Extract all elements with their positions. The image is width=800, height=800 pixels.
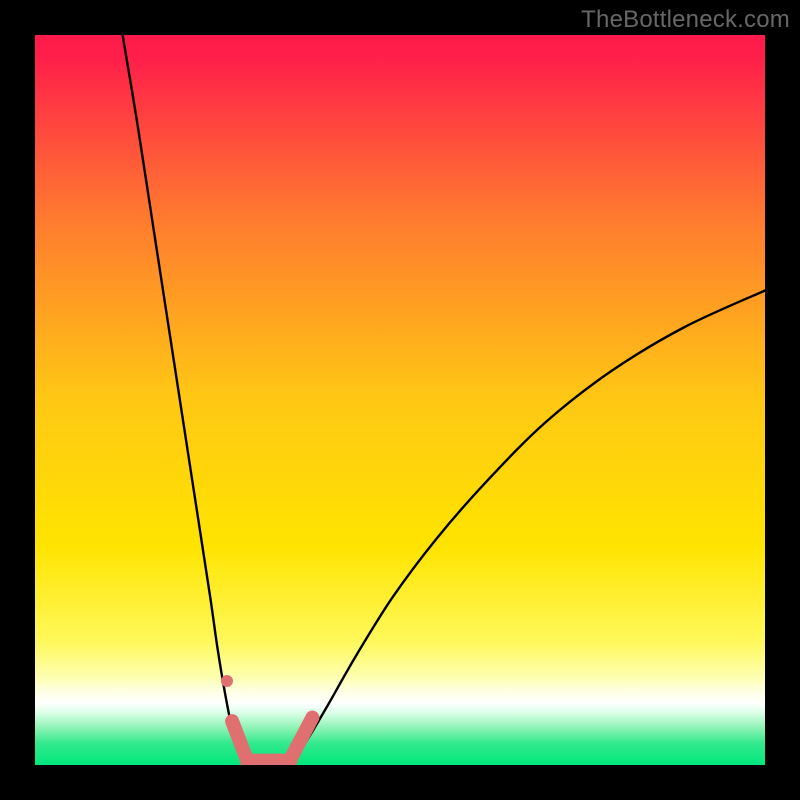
chart-frame: TheBottleneck.com xyxy=(0,0,800,800)
highlight-dot xyxy=(221,675,233,687)
watermark-text: TheBottleneck.com xyxy=(581,6,790,34)
plot-area xyxy=(35,35,765,765)
chart-svg xyxy=(35,35,765,765)
